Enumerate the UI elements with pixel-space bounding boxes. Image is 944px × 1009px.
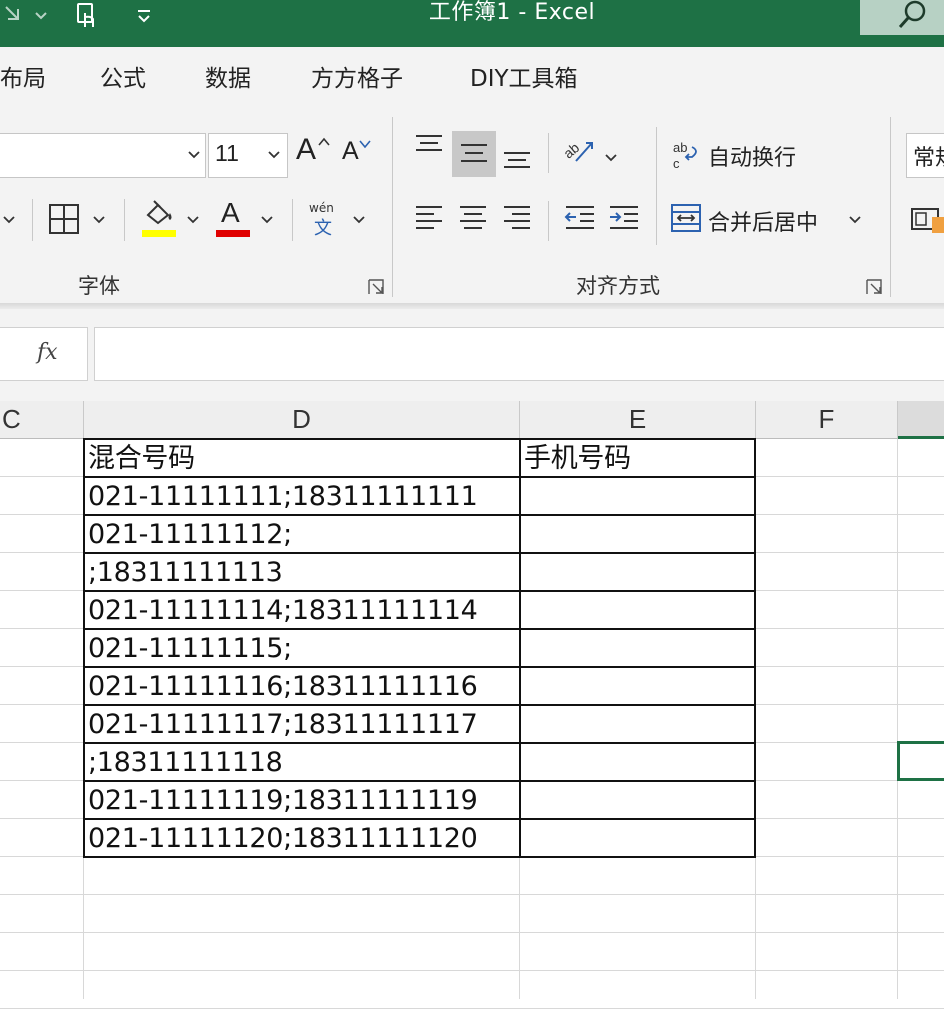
separator <box>548 201 549 241</box>
number-format-value: 常规 <box>913 146 944 171</box>
font-color-swatch <box>216 230 250 237</box>
formula-bar-area: fx <box>0 309 944 401</box>
wrap-text-label: 自动换行 <box>708 146 797 171</box>
table-border-vertical <box>754 438 756 858</box>
phonetic-top: wén <box>309 201 334 215</box>
font-name-box[interactable] <box>0 133 206 178</box>
title-bar: 工作簿1 - Excel <box>0 0 944 47</box>
fill-color-icon[interactable] <box>140 199 178 239</box>
chevron-down-icon[interactable] <box>92 211 106 229</box>
column-header-f[interactable]: F <box>756 401 898 439</box>
font-color-icon[interactable]: A <box>214 197 250 237</box>
gridline-vertical <box>897 439 898 999</box>
fill-color-swatch <box>142 230 176 237</box>
separator <box>32 199 33 241</box>
gridline-horizontal <box>0 970 944 971</box>
group-separator <box>392 117 393 297</box>
phonetic-bottom: 文 <box>314 218 332 239</box>
tab-layout[interactable]: 布局 <box>0 59 46 93</box>
font-size-box[interactable]: 11 <box>208 133 288 178</box>
chevron-down-icon <box>187 146 201 164</box>
separator <box>548 133 549 173</box>
align-middle-icon[interactable] <box>452 131 496 177</box>
selected-cell[interactable] <box>897 741 944 781</box>
cell-d1-header[interactable]: 混合号码 <box>88 439 195 477</box>
grow-font-icon: A <box>296 133 317 166</box>
shrink-font-icon: A <box>342 137 359 165</box>
worksheet-grid[interactable]: C D E F 混合号码 手机号码 021-11111111;18311111111… <box>0 401 944 1009</box>
search-icon <box>896 0 930 36</box>
table-row-mixed-number[interactable]: 021-11111117;18311111117 <box>88 705 478 743</box>
insert-function-button[interactable]: fx <box>0 327 88 381</box>
chevron-down-icon[interactable] <box>260 211 274 229</box>
table-row-mixed-number[interactable]: 021-11111114;18311111114 <box>88 591 478 629</box>
column-header-e[interactable]: E <box>520 401 756 439</box>
gridline-horizontal <box>0 894 944 895</box>
table-row-mixed-number[interactable]: 021-11111112; <box>88 515 292 553</box>
table-border-vertical <box>519 438 521 858</box>
font-dialog-launcher-icon[interactable] <box>368 279 384 299</box>
merge-center-label: 合并后居中 <box>708 211 819 236</box>
font-color-letter: A <box>221 197 240 228</box>
table-row-mixed-number[interactable]: 021-11111111;18311111111 <box>88 477 478 515</box>
column-header-g[interactable] <box>898 401 944 439</box>
separator <box>124 199 125 241</box>
table-row-mixed-number[interactable]: 021-11111116;18311111116 <box>88 667 478 705</box>
column-header-d[interactable]: D <box>84 401 520 439</box>
font-group-label: 字体 <box>78 274 120 298</box>
gridline-horizontal <box>0 932 944 933</box>
align-bottom-icon[interactable] <box>502 147 532 177</box>
svg-text:ab: ab <box>673 140 687 155</box>
grow-font-button[interactable]: A <box>296 133 332 173</box>
align-center-icon[interactable] <box>458 203 488 237</box>
chevron-down-icon[interactable] <box>604 149 618 167</box>
shrink-font-button[interactable]: A <box>342 137 374 175</box>
align-right-icon[interactable] <box>502 203 532 237</box>
orientation-icon[interactable]: ab <box>560 135 598 173</box>
svg-text:c: c <box>673 156 680 171</box>
table-row-mixed-number[interactable]: ;18311111113 <box>88 553 283 591</box>
tab-formulas[interactable]: 公式 <box>100 59 146 93</box>
wrap-text-button[interactable]: ab c 自动换行 <box>672 137 812 173</box>
cell-e1-header[interactable]: 手机号码 <box>524 439 631 477</box>
chevron-down-icon[interactable] <box>352 211 366 229</box>
font-size-value: 11 <box>215 140 239 166</box>
tab-data[interactable]: 数据 <box>205 59 251 93</box>
decrease-indent-icon[interactable] <box>564 203 596 237</box>
table-row-mixed-number[interactable]: 021-11111120;18311111120 <box>88 819 478 857</box>
window-title: 工作簿1 - Excel <box>428 0 596 25</box>
search-box[interactable] <box>860 0 944 35</box>
conditional-format-icon[interactable] <box>910 205 944 239</box>
ribbon: 11 A A A wén 文 字体 ab ab c 自动换行 合并后居中 对齐方… <box>0 109 944 305</box>
column-header-c[interactable]: C <box>0 401 84 439</box>
table-border-vertical <box>83 438 85 858</box>
ribbon-tabs: 布局 公式 数据 方方格子 DIY工具箱 <box>0 47 944 109</box>
chevron-down-icon[interactable] <box>2 211 16 229</box>
tab-diy-toolbox[interactable]: DIY工具箱 <box>470 59 578 93</box>
increase-indent-icon[interactable] <box>608 203 640 237</box>
separator <box>656 127 657 245</box>
chevron-down-icon[interactable] <box>186 211 200 229</box>
separator <box>292 199 293 241</box>
formula-input[interactable] <box>94 327 944 381</box>
borders-icon[interactable] <box>48 203 80 239</box>
align-left-icon[interactable] <box>414 203 444 237</box>
alignment-group-label: 对齐方式 <box>576 274 660 298</box>
tab-fangfangezi[interactable]: 方方格子 <box>311 59 403 93</box>
alignment-dialog-launcher-icon[interactable] <box>866 279 882 299</box>
align-top-icon[interactable] <box>414 133 444 163</box>
table-row-mixed-number[interactable]: ;18311111118 <box>88 743 283 781</box>
merge-center-button[interactable]: 合并后居中 <box>670 201 870 239</box>
number-format-box[interactable]: 常规 <box>906 133 944 178</box>
table-row-mixed-number[interactable]: 021-11111115; <box>88 629 292 667</box>
table-row-mixed-number[interactable]: 021-11111119;18311111119 <box>88 781 478 819</box>
fx-icon: fx <box>37 340 58 365</box>
group-separator <box>890 117 891 297</box>
phonetic-guide-icon[interactable]: wén 文 <box>306 201 342 239</box>
chevron-down-icon <box>267 146 281 164</box>
